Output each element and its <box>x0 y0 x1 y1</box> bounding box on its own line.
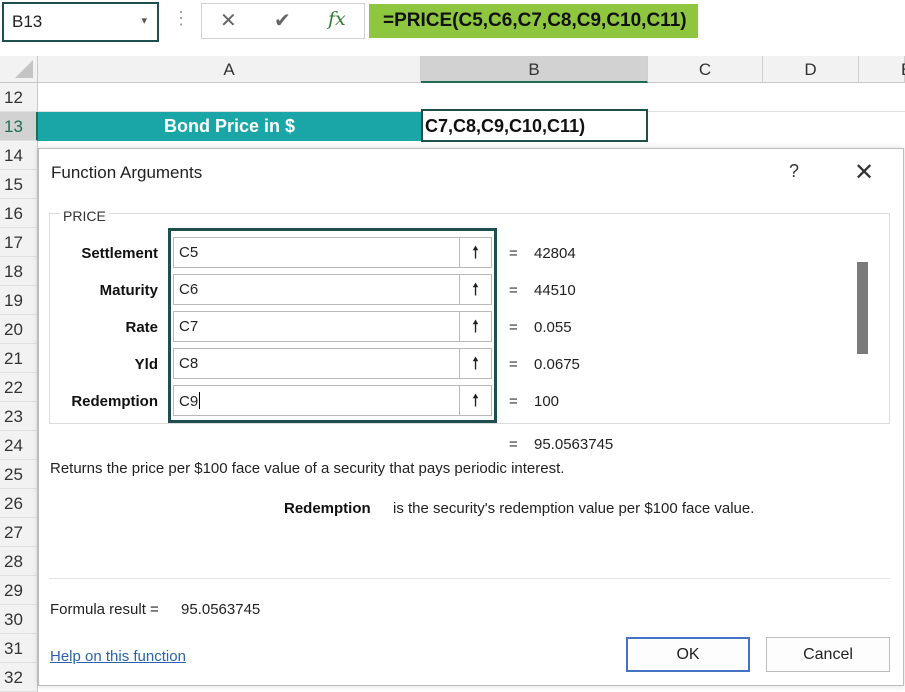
divider <box>49 578 890 579</box>
equals-sign: = <box>509 393 518 410</box>
equals-sign: = <box>509 245 518 262</box>
row-header-30[interactable]: 30 <box>0 605 38 634</box>
redemption-result: 100 <box>534 393 560 410</box>
close-icon[interactable]: ✕ <box>854 158 874 187</box>
arg-label-maturity: Maturity <box>99 282 158 299</box>
formula-result-label: Formula result = <box>50 601 159 618</box>
function-arguments-dialog: Function Arguments ? ✕ PRICE Settlement … <box>38 148 904 686</box>
cancel-icon[interactable]: ✕ <box>220 8 237 33</box>
formula-result-value: 95.0563745 <box>181 601 261 618</box>
yld-result: 0.0675 <box>534 356 580 373</box>
formula-bar-buttons: ✕ ✔ fx <box>201 3 365 39</box>
arg-label-redemption: Redemption <box>71 393 158 410</box>
column-header-b[interactable]: B <box>421 56 648 83</box>
help-icon[interactable]: ? <box>789 161 799 182</box>
column-header-d[interactable]: D <box>763 56 859 83</box>
row-header-31[interactable]: 31 <box>0 634 38 663</box>
dialog-title: Function Arguments <box>51 163 203 182</box>
select-all-icon <box>15 60 33 78</box>
row-header-27[interactable]: 27 <box>0 518 38 547</box>
function-description: Returns the price per $100 face value of… <box>50 460 565 477</box>
arg-help-name: Redemption <box>284 500 371 517</box>
column-header-a[interactable]: A <box>38 56 421 83</box>
equals-sign: = <box>509 282 518 299</box>
row-header-13[interactable]: 13 <box>0 112 38 141</box>
row-header-14[interactable]: 14 <box>0 141 38 170</box>
overall-result: 95.0563745 <box>534 436 614 453</box>
function-name: PRICE <box>60 208 109 224</box>
name-box[interactable]: B13 ▾ <box>2 2 159 42</box>
equals-sign: = <box>509 319 518 336</box>
row-header-18[interactable]: 18 <box>0 257 38 286</box>
ok-button[interactable]: OK <box>626 637 750 672</box>
row-header-21[interactable]: 21 <box>0 344 38 373</box>
row-headers: 12 13 14 15 16 17 18 19 20 21 22 23 24 2… <box>0 83 38 692</box>
row-header-23[interactable]: 23 <box>0 402 38 431</box>
args-scrollbar-thumb[interactable] <box>857 262 868 354</box>
cell-a13[interactable]: Bond Price in $ <box>38 112 421 141</box>
arg-help-text: is the security's redemption value per $… <box>393 500 755 517</box>
arguments-highlight-box <box>168 228 497 423</box>
rate-result: 0.055 <box>534 319 572 336</box>
row-header-16[interactable]: 16 <box>0 199 38 228</box>
chevron-down-icon[interactable]: ▾ <box>141 14 147 27</box>
row-header-32[interactable]: 32 <box>0 663 38 692</box>
arg-label-rate: Rate <box>125 319 158 336</box>
arg-label-settlement: Settlement <box>81 245 158 262</box>
name-box-value: B13 <box>12 12 43 31</box>
arg-label-yld: Yld <box>134 356 158 373</box>
equals-sign: = <box>509 436 518 453</box>
column-header-e[interactable]: E <box>859 56 905 83</box>
cell-b13-active[interactable]: C7,C8,C9,C10,C11) <box>421 109 648 142</box>
formula-input[interactable]: =PRICE(C5,C6,C7,C8,C9,C10,C11) <box>369 4 698 38</box>
equals-sign: = <box>509 356 518 373</box>
cancel-button[interactable]: Cancel <box>766 637 890 672</box>
row-header-19[interactable]: 19 <box>0 286 38 315</box>
row-header-28[interactable]: 28 <box>0 547 38 576</box>
row-header-15[interactable]: 15 <box>0 170 38 199</box>
row-header-26[interactable]: 26 <box>0 489 38 518</box>
row-header-20[interactable]: 20 <box>0 315 38 344</box>
row-header-12[interactable]: 12 <box>0 83 38 112</box>
row-header-24[interactable]: 24 <box>0 431 38 460</box>
help-on-function-link[interactable]: Help on this function <box>50 648 186 665</box>
maturity-result: 44510 <box>534 282 576 299</box>
row-header-22[interactable]: 22 <box>0 373 38 402</box>
column-header-c[interactable]: C <box>648 56 763 83</box>
more-options-icon[interactable]: ⋮ <box>172 8 190 29</box>
enter-icon[interactable]: ✔ <box>274 8 291 33</box>
insert-function-icon[interactable]: fx <box>328 8 346 30</box>
row-header-17[interactable]: 17 <box>0 228 38 257</box>
row-header-25[interactable]: 25 <box>0 460 38 489</box>
settlement-result: 42804 <box>534 245 576 262</box>
select-all-corner[interactable] <box>0 56 38 83</box>
row-header-29[interactable]: 29 <box>0 576 38 605</box>
